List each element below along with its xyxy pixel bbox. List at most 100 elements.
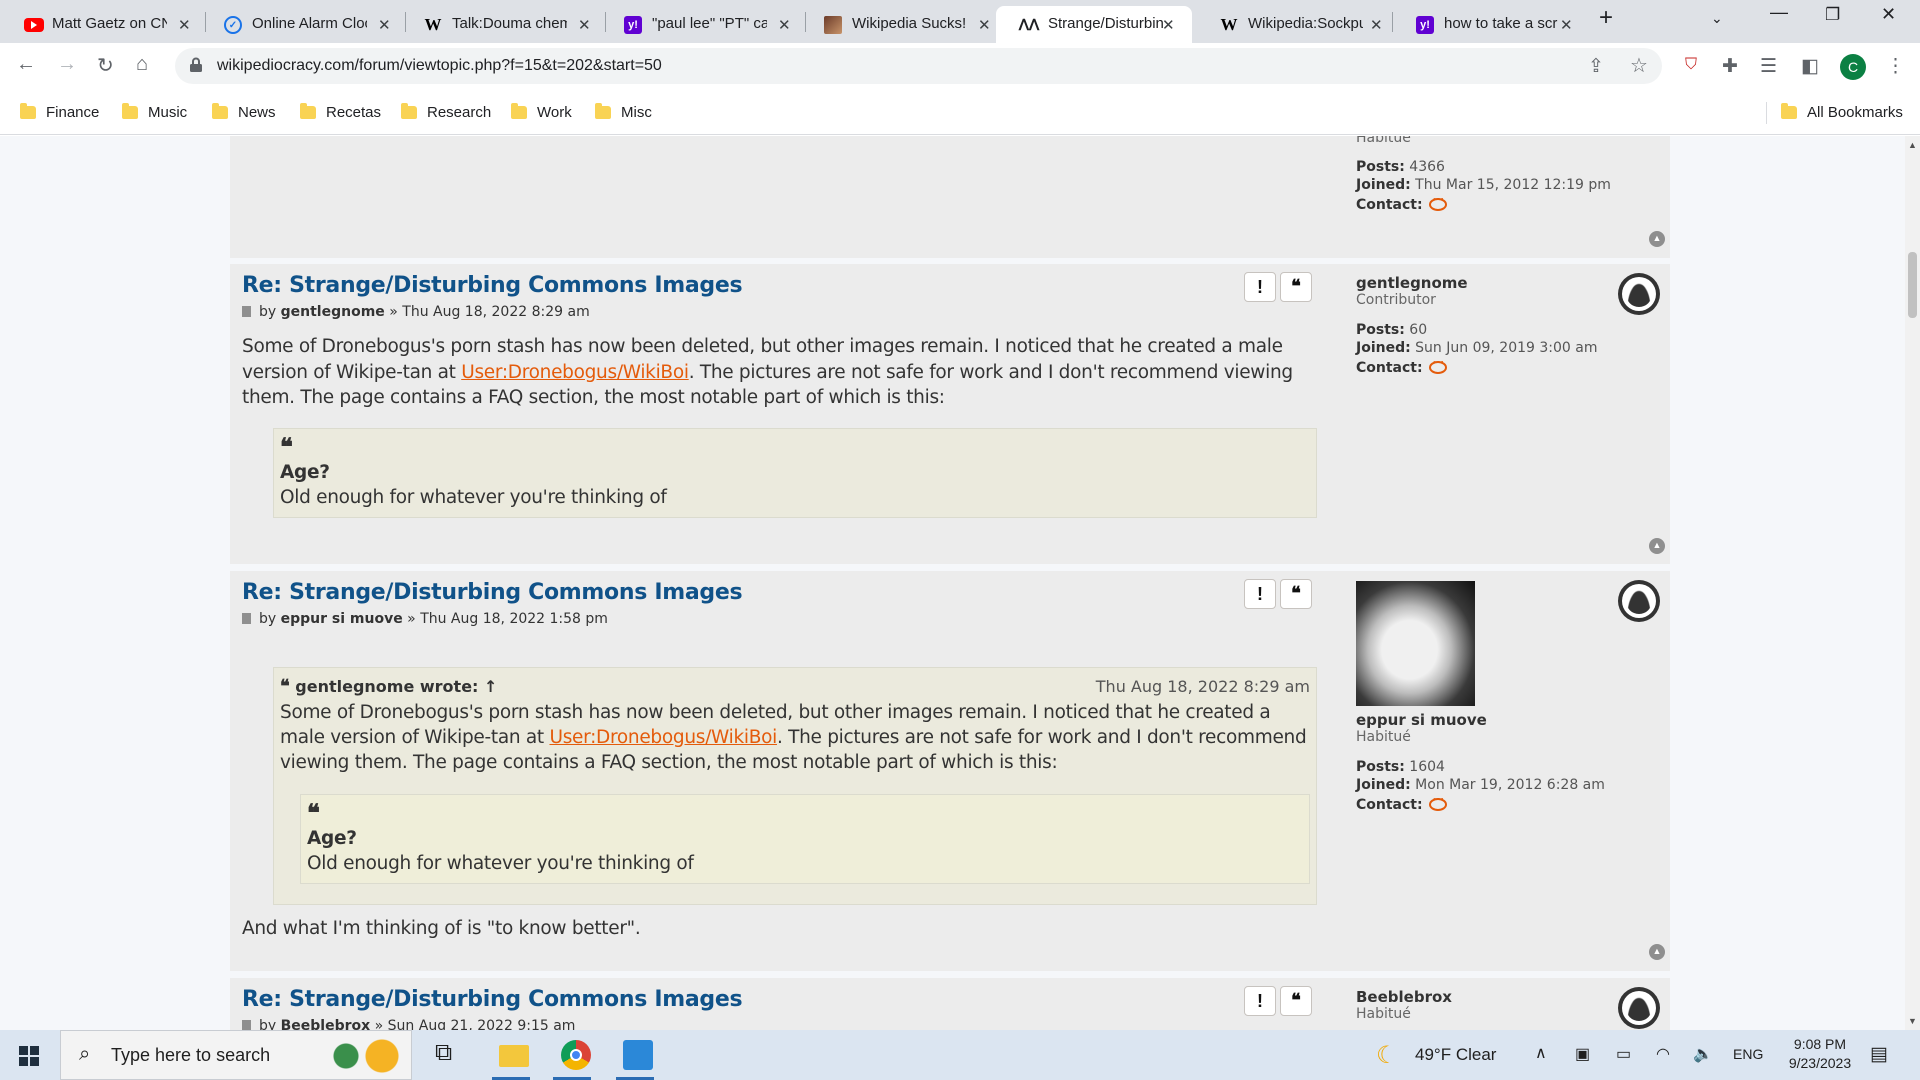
quote-button[interactable]: ❝ [1280, 986, 1312, 1016]
close-icon[interactable]: ✕ [1162, 16, 1175, 34]
battery-icon[interactable]: ▭ [1616, 1044, 1631, 1064]
address-bar[interactable]: wikipediocracy.com/forum/viewtopic.php?f… [175, 48, 1662, 84]
menu-kebab-icon[interactable]: ⋮ [1886, 55, 1905, 78]
bookmark-finance[interactable]: Finance [20, 103, 99, 121]
tab-sockpuppet[interactable]: W Wikipedia:Sockpu ✕ [1196, 6, 1392, 43]
user-avatar-image[interactable] [1356, 581, 1475, 706]
window-close-button[interactable]: ✕ [1881, 4, 1896, 25]
scroll-up-icon[interactable]: ▲ [1908, 140, 1917, 150]
post-icon[interactable] [242, 306, 251, 317]
default-avatar-icon[interactable] [1618, 273, 1660, 315]
task-view-icon[interactable]: ⧉ [435, 1039, 465, 1069]
wikiboi-link[interactable]: User:Dronebogus/WikiBoi [549, 727, 777, 748]
scroll-down-icon[interactable]: ▼ [1908, 1016, 1917, 1026]
contact-icon[interactable] [1428, 192, 1447, 211]
side-panel-icon[interactable]: ◧ [1801, 55, 1819, 78]
back-to-top-icon[interactable]: ▲ [1649, 231, 1665, 247]
default-avatar-icon[interactable] [1618, 987, 1660, 1029]
post-title[interactable]: Re: Strange/Disturbing Commons Images [242, 987, 743, 1012]
windows-start-icon[interactable] [19, 1046, 39, 1066]
tab-wikipedia-sucks[interactable]: Wikipedia Sucks! ✕ [800, 6, 996, 43]
bookmark-work[interactable]: Work [511, 103, 572, 121]
joined-date: Thu Mar 15, 2012 12:19 pm [1415, 177, 1611, 193]
reload-button[interactable]: ↻ [97, 53, 114, 78]
bookmark-misc[interactable]: Misc [595, 103, 652, 121]
tab-talk-douma[interactable]: W Talk:Douma chem ✕ [400, 6, 596, 43]
extension-shield-icon[interactable]: ⛉ [1685, 56, 1697, 74]
tab-alarm-clock[interactable]: ✓ Online Alarm Cloc ✕ [200, 6, 396, 43]
bookmark-music[interactable]: Music [122, 103, 187, 121]
restore-button[interactable]: ❐ [1825, 5, 1840, 25]
new-tab-button[interactable]: + [1599, 4, 1613, 32]
file-explorer-icon[interactable] [499, 1045, 529, 1067]
back-to-top-icon[interactable]: ▲ [1649, 538, 1665, 554]
home-button[interactable]: ⌂ [136, 53, 148, 76]
site-info-icon[interactable] [189, 57, 203, 73]
post-title[interactable]: Re: Strange/Disturbing Commons Images [242, 273, 743, 298]
folder-icon [122, 103, 138, 119]
bookmark-recetas[interactable]: Recetas [300, 103, 381, 121]
notifications-icon[interactable]: ▤ [1870, 1043, 1888, 1066]
photos-icon[interactable] [623, 1040, 653, 1070]
minimize-button[interactable]: — [1770, 2, 1788, 23]
author-link[interactable]: eppur si muove [281, 611, 403, 627]
volume-icon[interactable]: 🔈 [1693, 1044, 1713, 1064]
back-to-top-icon[interactable]: ▲ [1649, 944, 1665, 960]
post-icon[interactable] [242, 1020, 251, 1030]
quote-button[interactable]: ❝ [1280, 272, 1312, 302]
weather-text[interactable]: 49°F Clear [1415, 1045, 1496, 1065]
search-icon: ⌕ [79, 1043, 91, 1065]
quote-attribution[interactable]: gentlegnome wrote: ↑ [295, 677, 497, 696]
author-link[interactable]: Beeblebrox [281, 1018, 371, 1030]
bookmark-research[interactable]: Research [401, 103, 491, 121]
username[interactable]: Beeblebrox [1356, 988, 1656, 1006]
close-icon[interactable]: ✕ [1370, 16, 1383, 34]
network-icon[interactable]: ◠ [1656, 1044, 1670, 1064]
tab-yahoo-screenshot[interactable]: y! how to take a scr ✕ [1392, 6, 1588, 43]
author-link[interactable]: gentlegnome [281, 304, 385, 320]
back-button[interactable]: ← [16, 53, 36, 76]
language-indicator[interactable]: ENG [1733, 1046, 1763, 1062]
close-icon[interactable]: ✕ [378, 16, 391, 34]
close-icon[interactable]: ✕ [778, 16, 791, 34]
profile-avatar[interactable]: C [1840, 54, 1866, 80]
chrome-icon[interactable] [561, 1040, 591, 1070]
username[interactable]: gentlegnome [1356, 274, 1656, 292]
reading-list-icon[interactable]: ☰ [1760, 55, 1777, 78]
taskbar-search[interactable]: ⌕ Type here to search [60, 1030, 412, 1080]
default-avatar-icon[interactable] [1618, 580, 1660, 622]
post-icon[interactable] [242, 613, 251, 624]
report-button[interactable]: ! [1244, 272, 1276, 302]
share-icon[interactable]: ⇪ [1588, 55, 1604, 78]
contact-icon[interactable] [1428, 792, 1447, 811]
close-icon[interactable]: ✕ [578, 16, 591, 34]
close-icon[interactable]: ✕ [978, 16, 991, 34]
tab-yahoo-search[interactable]: y! "paul lee" "PT" ca ✕ [600, 6, 796, 43]
close-icon[interactable]: ✕ [1560, 16, 1573, 34]
tray-chevron-icon[interactable]: ∧ [1535, 1043, 1547, 1063]
url-text[interactable]: wikipediocracy.com/forum/viewtopic.php?f… [217, 57, 662, 75]
tab-youtube[interactable]: Matt Gaetz on CN ✕ [0, 6, 196, 43]
meet-icon[interactable]: ▣ [1575, 1044, 1590, 1064]
forward-button[interactable]: → [57, 53, 77, 76]
tab-search-button[interactable]: ⌄ [1711, 10, 1723, 27]
tab-strange-disturbing[interactable]: ᐱᐱ Strange/Disturbin ✕ [996, 6, 1192, 43]
post-title[interactable]: Re: Strange/Disturbing Commons Images [242, 580, 743, 605]
report-button[interactable]: ! [1244, 579, 1276, 609]
search-highlight-icon[interactable] [326, 1038, 406, 1074]
report-button[interactable]: ! [1244, 986, 1276, 1016]
clock[interactable]: 9:08 PM 9/23/2023 [1780, 1036, 1860, 1071]
extensions-puzzle-icon[interactable]: ✚ [1722, 55, 1738, 78]
bookmark-news[interactable]: News [212, 103, 276, 121]
contact-icon[interactable] [1428, 355, 1447, 374]
username[interactable]: eppur si muove [1356, 711, 1656, 729]
weather-moon-icon[interactable]: ☾ [1376, 1041, 1398, 1070]
all-bookmarks[interactable]: All Bookmarks [1781, 103, 1903, 121]
bookmark-star-icon[interactable]: ☆ [1630, 53, 1648, 78]
close-icon[interactable]: ✕ [178, 16, 191, 34]
wikiboi-link[interactable]: User:Dronebogus/WikiBoi [461, 362, 689, 383]
quote-button[interactable]: ❝ [1280, 579, 1312, 609]
tab-title: Talk:Douma chem [452, 15, 567, 32]
page-scrollbar[interactable]: ▲ ▼ [1905, 136, 1920, 1030]
scroll-thumb[interactable] [1908, 252, 1917, 318]
